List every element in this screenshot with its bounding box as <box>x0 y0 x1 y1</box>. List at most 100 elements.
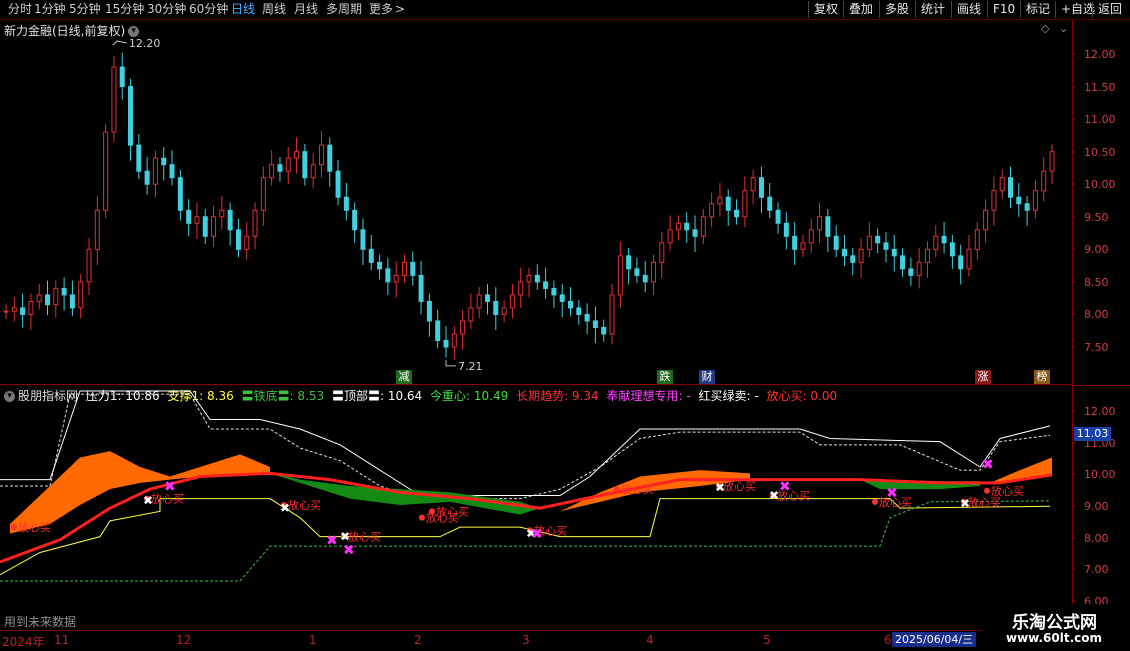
candle-body <box>318 144 324 166</box>
axis-tick-label: 10.50 <box>1084 146 1116 159</box>
restore-right-button[interactable]: 复权 <box>808 1 843 18</box>
event-tag-list[interactable]: 榜 <box>1034 370 1050 384</box>
period-tab-monthly[interactable]: 月线 <box>294 2 318 17</box>
period-tab-weekly[interactable]: 周线 <box>262 2 286 17</box>
candle-body <box>426 300 432 322</box>
candle-body <box>717 196 723 205</box>
candle <box>343 182 349 221</box>
period-tab-multi[interactable]: 多周期 <box>326 2 362 17</box>
candle <box>750 169 756 204</box>
candle-body <box>684 222 690 231</box>
candle-body <box>601 326 607 335</box>
draw-line-button[interactable]: 画线 <box>951 1 986 18</box>
axis-tick-label: 10.00 <box>1084 468 1116 481</box>
candle-body <box>534 274 540 283</box>
candle <box>426 293 432 337</box>
candle-body <box>626 255 632 270</box>
candle <box>742 176 748 228</box>
date-label-nov: 11 <box>54 633 70 647</box>
period-tab-15min[interactable]: 15分钟 <box>105 2 144 17</box>
candle <box>335 160 341 206</box>
candle-body <box>377 261 383 270</box>
candle-body <box>509 294 515 309</box>
candle-body <box>1041 170 1047 192</box>
buy-label: 放心买 <box>288 498 321 512</box>
candle <box>11 296 17 322</box>
candle <box>783 212 789 250</box>
indicator-chart[interactable]: 放心买放心买 放心买放心买放心买放心买放心买放心买 放心买放心买 放心买 放心买放心买✖… <box>0 385 1072 630</box>
candle-body <box>343 196 349 211</box>
period-tab-1min[interactable]: 1分钟 <box>34 2 66 17</box>
candle-body <box>86 248 92 283</box>
candle <box>1024 195 1030 226</box>
statistics-button[interactable]: 统计 <box>915 1 950 18</box>
buy-dot <box>872 498 878 505</box>
period-tab-timeshare[interactable]: 分时 <box>8 2 32 17</box>
mark-button[interactable]: 标记 <box>1020 1 1055 18</box>
axis-tick-label: 9.00 <box>1084 243 1109 256</box>
candle <box>991 176 997 226</box>
more-label: 更多 <box>369 2 394 16</box>
future-data-note: 用到未来数据 <box>4 615 77 629</box>
event-tag-rise[interactable]: 涨 <box>975 370 991 384</box>
candle-body <box>476 294 482 309</box>
candle-body <box>634 268 640 276</box>
candle-body <box>642 274 648 283</box>
candle-body <box>20 307 26 315</box>
price-chart[interactable]: 12.20 7.21 <box>0 20 1072 385</box>
date-label-may: 5 <box>763 633 771 647</box>
candle-body <box>659 242 665 263</box>
event-tag-reduce[interactable]: 减 <box>396 370 412 384</box>
candle-body <box>933 235 939 250</box>
candle-body <box>61 287 67 296</box>
candle <box>194 202 200 239</box>
period-toolbar: 分时 1分钟 5分钟 15分钟 30分钟 60分钟 日线 周线 月线 多周期 更… <box>0 0 1130 20</box>
multi-stock-button[interactable]: 多股 <box>879 1 914 18</box>
candle <box>28 293 34 331</box>
candle <box>327 137 333 187</box>
candle-body <box>667 229 673 244</box>
candle <box>202 208 208 245</box>
candle <box>169 150 175 186</box>
candle <box>468 293 474 329</box>
candle-body <box>161 157 167 166</box>
period-tab-60min[interactable]: 60分钟 <box>189 2 228 17</box>
candle <box>817 202 823 243</box>
back-button[interactable]: 返回 <box>1092 1 1127 18</box>
axis-tick-label: 9.00 <box>1084 500 1109 513</box>
candle-body <box>758 177 764 198</box>
candle <box>418 261 424 315</box>
candle-body <box>460 320 466 335</box>
candle <box>501 300 507 323</box>
candle <box>717 182 723 217</box>
candle <box>269 150 275 186</box>
overlay-button[interactable]: 叠加 <box>843 1 878 18</box>
cursor-date: 2025/06/04/三 <box>892 632 977 647</box>
period-tab-5min[interactable]: 5分钟 <box>69 2 101 17</box>
candle <box>1032 179 1038 219</box>
candle <box>924 241 930 278</box>
candle-body <box>800 242 806 250</box>
event-tag-fall[interactable]: 跌 <box>657 370 673 384</box>
event-tag-finance[interactable]: 财 <box>699 370 715 384</box>
candle-body <box>28 300 34 315</box>
candle <box>858 238 864 278</box>
candle <box>908 257 914 286</box>
candle <box>285 147 291 185</box>
candle-body <box>991 190 997 211</box>
candle-body <box>700 216 706 237</box>
period-tab-30min[interactable]: 30分钟 <box>147 2 186 17</box>
candle <box>310 153 316 189</box>
magenta-cross-marker: ✖ <box>164 479 176 495</box>
magenta-cross-marker: ✖ <box>886 485 898 501</box>
candle-body <box>584 313 590 322</box>
candle <box>119 52 125 100</box>
candle-body <box>1024 203 1030 211</box>
candle-body <box>468 307 474 322</box>
f10-button[interactable]: F10 <box>987 1 1020 18</box>
period-tab-daily[interactable]: 日线 <box>231 2 255 17</box>
candle-body <box>1007 177 1013 198</box>
candle-body <box>169 164 175 179</box>
candle-body <box>136 144 142 172</box>
period-tab-more[interactable]: 更多 > <box>369 2 405 17</box>
